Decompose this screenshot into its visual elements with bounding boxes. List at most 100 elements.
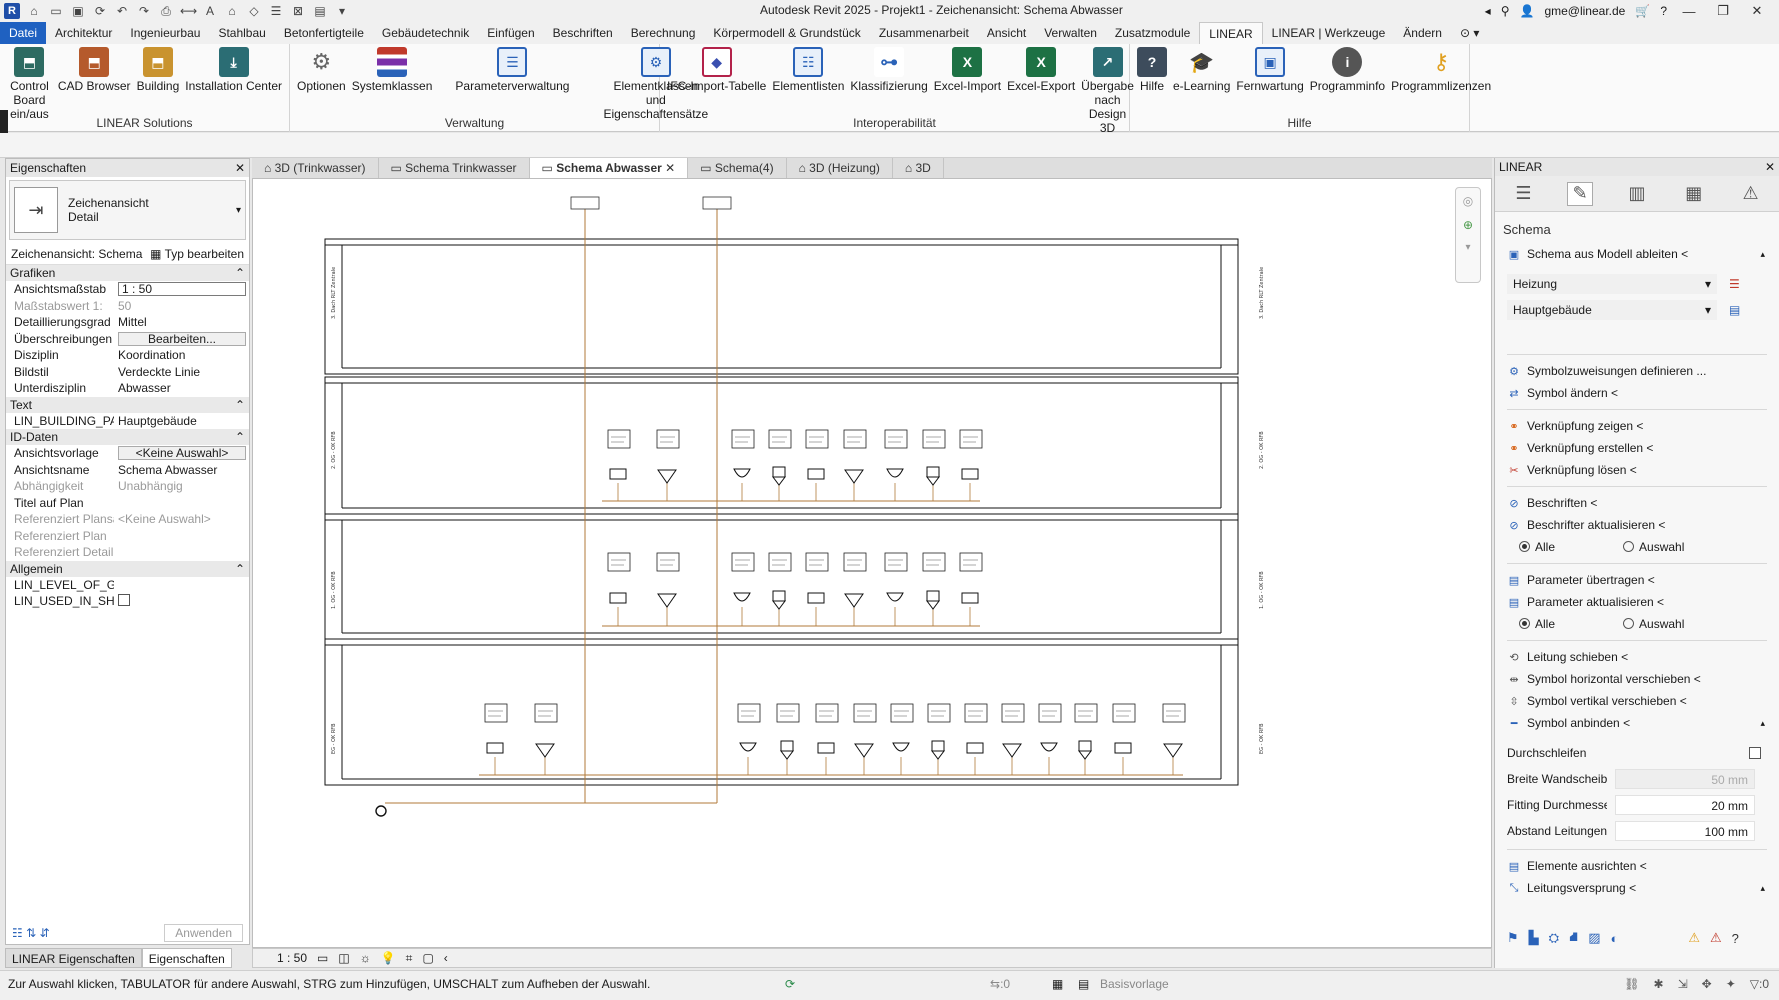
menu-icon[interactable]: ☰	[1510, 182, 1536, 206]
programminfo-button[interactable]: i Programminfo	[1307, 47, 1388, 93]
view-tab-3d-trinkwasser[interactable]: ⌂ 3D (Trinkwasser)	[252, 158, 379, 178]
cart-icon[interactable]: 🛒	[1635, 4, 1650, 18]
parameterverwaltung-button[interactable]: ☰ Parameterverwaltung	[435, 47, 589, 93]
edit-type-button[interactable]: ▦ Typ bearbeiten	[150, 247, 244, 261]
tool-2-icon[interactable]: ▙	[1529, 930, 1539, 946]
tab-linear-werkzeuge[interactable]: LINEAR | Werkzeuge	[1263, 22, 1395, 44]
tab-stahlbau[interactable]: Stahlbau	[209, 22, 274, 44]
tab-verwalten[interactable]: Verwalten	[1035, 22, 1106, 44]
thin-lines-icon[interactable]: ☰	[268, 3, 284, 19]
show-link-button[interactable]: ⚭ Verknüpfung zeigen <	[1495, 415, 1779, 437]
steering-wheel-icon[interactable]: ◎	[1456, 194, 1480, 208]
system-dropdown[interactable]: Heizung ▾	[1507, 274, 1717, 294]
close-icon[interactable]: ✕	[1745, 3, 1769, 19]
category-grafiken[interactable]: Grafiken ⌃	[6, 265, 249, 281]
building-dropdown[interactable]: Hauptgebäude ▾	[1507, 300, 1717, 320]
loop-through-checkbox[interactable]	[1749, 747, 1761, 759]
user-account[interactable]: gme@linear.de	[1544, 4, 1625, 18]
redo-icon[interactable]: ↷	[136, 3, 152, 19]
filter-icon[interactable]: ▽:0	[1750, 977, 1769, 991]
radio-selection[interactable]: Auswahl	[1623, 540, 1684, 554]
pipe-offset-button[interactable]: ⤡ Leitungsversprung < ▴	[1495, 877, 1779, 899]
system-colors-icon[interactable]: ☰	[1729, 277, 1740, 291]
tab-ingenieurbau[interactable]: Ingenieurbau	[121, 22, 209, 44]
tab-ansicht[interactable]: Ansicht	[978, 22, 1035, 44]
category-text[interactable]: Text ⌃	[6, 396, 249, 413]
annotate-button[interactable]: ⊘ Beschriften <	[1495, 492, 1779, 514]
close-icon[interactable]: ✕	[235, 161, 245, 175]
elementlisten-button[interactable]: ☷ Elementlisten	[769, 47, 847, 93]
3d-view-icon[interactable]: ⌂	[224, 3, 240, 19]
change-symbol-button[interactable]: ⇄ Symbol ändern <	[1495, 382, 1779, 404]
print-icon[interactable]: ⎙	[158, 3, 174, 19]
drag-elements-icon[interactable]: ✦	[1726, 977, 1736, 991]
move-symbol-horizontal-button[interactable]: ⇹ Symbol horizontal verschieben <	[1495, 668, 1779, 690]
tab-linear[interactable]: LINEAR	[1199, 22, 1263, 44]
user-icon[interactable]: 👤	[1520, 4, 1535, 18]
minimize-icon[interactable]: —	[1677, 4, 1701, 19]
text-icon[interactable]: A	[202, 3, 218, 19]
tab-einfuegen[interactable]: Einfügen	[478, 22, 543, 44]
view-tab-3d-heizung[interactable]: ⌂ 3D (Heizung)	[787, 158, 893, 178]
tab-aendern[interactable]: Ändern	[1394, 22, 1451, 44]
select-underlay-icon[interactable]: ✱	[1654, 977, 1664, 991]
schema-drawing[interactable]: 3. Dach RLT Zentrale 3. Dach RLT Zentral…	[253, 179, 1491, 947]
view-tab-schema-trinkwasser[interactable]: ▭ Schema Trinkwasser	[379, 158, 530, 178]
view-selector[interactable]: Zeichenansicht: Schema	[11, 247, 142, 261]
cad-browser-button[interactable]: ⬒ CAD Browser	[55, 47, 134, 93]
tab-zusatzmodule[interactable]: Zusatzmodule	[1106, 22, 1199, 44]
hilfe-button[interactable]: ? Hilfe	[1134, 47, 1170, 93]
excel-export-button[interactable]: X Excel-Export	[1004, 47, 1078, 93]
klassifizierung-button[interactable]: ⊶ Klassifizierung	[847, 47, 930, 93]
tab-beschriften[interactable]: Beschriften	[544, 22, 622, 44]
tab-eigenschaften[interactable]: Eigenschaften	[141, 948, 232, 968]
radio-all[interactable]: Alle	[1519, 540, 1555, 554]
navigation-bar[interactable]: ◎ ⊕ ▾	[1455, 187, 1481, 283]
elearning-button[interactable]: 🎓 e-Learning	[1170, 47, 1233, 93]
close-icon[interactable]: ✕	[662, 161, 675, 175]
help-icon[interactable]: ?	[1732, 931, 1739, 946]
excel-import-button[interactable]: X Excel-Import	[931, 47, 1004, 93]
sun-path-icon[interactable]: ☼	[360, 951, 371, 965]
pipe-distance-input[interactable]: 100 mm	[1615, 821, 1755, 841]
template-icon[interactable]: ▤	[1078, 977, 1089, 991]
view-tab-schema-abwasser[interactable]: ▭ Schema Abwasser ✕	[529, 158, 689, 178]
control-board-button[interactable]: ⬒ Control Board ein/aus	[4, 47, 55, 121]
building-icon[interactable]: ▤	[1729, 303, 1740, 317]
columns-icon[interactable]: ▥	[1624, 182, 1650, 206]
binoculars-icon[interactable]: ⚲	[1501, 4, 1510, 18]
move-pipe-button[interactable]: ⟲ Leitung schieben <	[1495, 646, 1779, 668]
save-icon[interactable]: ▣	[70, 3, 86, 19]
view-template-button[interactable]: <Keine Auswahl>	[118, 446, 246, 461]
back-icon[interactable]: ◂	[1485, 4, 1491, 18]
tab-gebaeudetechnik[interactable]: Gebäudetechnik	[373, 22, 478, 44]
customize-icon[interactable]: ▾	[334, 3, 350, 19]
revit-logo[interactable]: R	[4, 3, 20, 19]
update-annotations-button[interactable]: ⊘ Beschrifter aktualisieren <	[1495, 514, 1779, 536]
tab-linear-eigenschaften[interactable]: LINEAR Eigenschaften	[5, 948, 142, 968]
zoom-icon[interactable]: ⊕	[1456, 218, 1480, 232]
tab-berechnung[interactable]: Berechnung	[622, 22, 705, 44]
scroll-left-icon[interactable]: ‹	[444, 951, 448, 965]
used-in-sheets-checkbox[interactable]	[118, 593, 130, 606]
restore-icon[interactable]: ❐	[1711, 3, 1735, 19]
section-icon[interactable]: ◇	[246, 3, 262, 19]
lightbulb-icon[interactable]: 💡	[381, 951, 396, 965]
radio-selection[interactable]: Auswahl	[1623, 617, 1684, 631]
view-scale[interactable]: 1 : 50	[277, 951, 307, 965]
open-icon[interactable]: ▭	[48, 3, 64, 19]
warning-icon[interactable]: ⚠	[1688, 930, 1700, 946]
move-symbol-vertical-button[interactable]: ⇳ Symbol vertikal verschieben <	[1495, 690, 1779, 712]
crop-icon[interactable]: ⌗	[406, 951, 413, 966]
tool-5-icon[interactable]: ▨	[1588, 930, 1600, 946]
apply-button[interactable]: Anwenden	[164, 924, 243, 942]
radio-all[interactable]: Alle	[1519, 617, 1555, 631]
define-symbol-assignments-button[interactable]: ⚙ Symbolzuweisungen definieren ...	[1495, 360, 1779, 382]
tab-betonfertigteile[interactable]: Betonfertigteile	[275, 22, 373, 44]
calculator-icon[interactable]: ▦	[1681, 182, 1707, 206]
connect-symbol-button[interactable]: ━ Symbol anbinden < ▴	[1495, 712, 1779, 734]
crop-region-icon[interactable]: ▢	[422, 951, 433, 965]
drawing-canvas[interactable]: 3. Dach RLT Zentrale 3. Dach RLT Zentral…	[252, 178, 1492, 948]
switch-windows-icon[interactable]: ▤	[312, 3, 328, 19]
chevron-down-icon[interactable]: ▾	[1456, 242, 1480, 253]
